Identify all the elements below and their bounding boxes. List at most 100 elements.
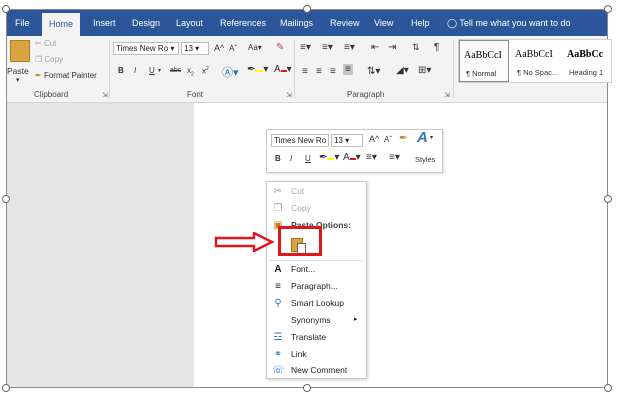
shading-icon[interactable]: ◢▾ — [396, 65, 409, 76]
comment-icon: ☏ — [272, 365, 285, 376]
menu-item-cut[interactable]: ✂ Cut — [267, 184, 366, 200]
numbering-icon[interactable]: ≡▾ — [389, 152, 400, 163]
tell-me-search[interactable]: ◯ Tell me what you want to do — [447, 10, 570, 36]
copy-icon: ❐ — [273, 203, 283, 214]
superscript-button[interactable]: x2 — [202, 66, 209, 76]
copy-icon: ❐ — [35, 55, 43, 64]
mini-toolbar: Times New Ro ▾ 13 ▾ A^ Aˇ ✒ A ▾ B I U ✒▾… — [266, 129, 443, 173]
underline-button[interactable]: U — [149, 66, 155, 75]
cut-button[interactable]: ✂ Cut — [35, 39, 56, 48]
tab-file[interactable]: File — [15, 10, 30, 36]
resize-handle[interactable] — [2, 5, 10, 13]
align-center-icon[interactable]: ≡ — [316, 66, 322, 77]
justify-icon[interactable]: ≡ — [343, 64, 353, 75]
italic-button[interactable]: I — [134, 66, 136, 75]
menu-item-copy[interactable]: ❐ Copy — [267, 201, 366, 217]
format-painter-button[interactable]: ✒ Format Painter — [35, 71, 97, 80]
mini-font-name-combo[interactable]: Times New Ro ▾ — [271, 134, 329, 147]
grow-font-button[interactable]: A^ — [369, 134, 379, 144]
tab-references[interactable]: References — [220, 10, 266, 36]
tab-design[interactable]: Design — [132, 10, 160, 36]
sort-icon[interactable]: ⇅ — [412, 42, 420, 53]
paste-button[interactable]: Paste — [7, 66, 29, 76]
menu-item-link[interactable]: ⚭ Link — [267, 347, 366, 363]
style-heading-1[interactable]: AaBbCc Heading 1 — [563, 40, 611, 82]
resize-handle[interactable] — [604, 195, 612, 203]
increase-indent-icon[interactable]: ⇥ — [388, 42, 396, 53]
menu-item-translate[interactable]: ☲ Translate — [267, 330, 366, 346]
tab-mailings[interactable]: Mailings — [280, 10, 313, 36]
bold-button[interactable]: B — [118, 66, 124, 75]
text-effects-icon[interactable]: Ⓐ▾ — [222, 64, 239, 80]
link-icon: ⚭ — [273, 349, 283, 360]
subscript-button[interactable]: x2 — [187, 66, 194, 78]
lightbulb-icon: ◯ — [447, 18, 458, 28]
resize-handle[interactable] — [2, 384, 10, 392]
chevron-down-icon[interactable]: ▾ — [16, 76, 20, 84]
dialog-launcher-icon[interactable]: ⇲ — [286, 91, 292, 99]
mini-bold-button[interactable]: B — [275, 154, 281, 163]
change-case-button[interactable]: Aa▾ — [248, 43, 262, 52]
shrink-font-button[interactable]: Aˇ — [384, 135, 392, 144]
pilcrow-icon[interactable]: ¶ — [434, 42, 439, 53]
tab-home[interactable]: Home — [42, 13, 81, 36]
menu-item-smart-lookup[interactable]: ⚲ Smart Lookup — [267, 296, 366, 312]
decrease-indent-icon[interactable]: ⇤ — [371, 42, 379, 53]
clear-formatting-icon[interactable]: ✎ — [276, 42, 284, 53]
borders-icon[interactable]: ⊞▾ — [418, 65, 431, 76]
tab-view[interactable]: View — [374, 10, 393, 36]
tab-review[interactable]: Review — [330, 10, 360, 36]
mini-styles-label[interactable]: Styles — [415, 155, 435, 164]
shrink-font-button[interactable]: Aˇ — [229, 44, 237, 53]
resize-handle[interactable] — [604, 5, 612, 13]
styles-icon[interactable]: A — [417, 129, 428, 146]
style-normal[interactable]: AaBbCcI ¶ Normal — [459, 40, 509, 82]
font-size-combo[interactable]: 13 ▾ — [181, 42, 209, 55]
resize-handle[interactable] — [2, 195, 10, 203]
align-right-icon[interactable]: ≡ — [330, 66, 336, 77]
resize-handle[interactable] — [303, 5, 311, 13]
mini-font-size-combo[interactable]: 13 ▾ — [331, 134, 363, 147]
dialog-launcher-icon[interactable]: ⇲ — [444, 91, 450, 99]
paragraph-icon: ≡ — [275, 281, 281, 292]
multilevel-list-icon[interactable]: ≡▾ — [344, 42, 355, 53]
divider — [453, 40, 454, 98]
tab-layout[interactable]: Layout — [176, 10, 203, 36]
bullets-icon[interactable]: ≡▾ — [366, 152, 377, 163]
highlight-color-icon[interactable]: ✒ ▾ — [247, 64, 268, 75]
highlight-color-icon[interactable]: ✒ ▾ — [319, 152, 339, 163]
font-name-combo[interactable]: Times New Ro ▾ — [113, 42, 179, 55]
mini-italic-button[interactable]: I — [290, 154, 292, 163]
bullets-icon[interactable]: ≡▾ — [300, 42, 311, 53]
resize-handle[interactable] — [604, 384, 612, 392]
red-arrow-icon — [214, 232, 275, 252]
dialog-launcher-icon[interactable]: ⇲ — [102, 91, 108, 99]
align-left-icon[interactable]: ≡ — [302, 66, 308, 77]
font-color-icon[interactable]: A ▾ — [274, 64, 292, 75]
tab-insert[interactable]: Insert — [93, 10, 116, 36]
styles-gallery: AaBbCcI ¶ Normal AaBbCcI ¶ No Spac... Aa… — [458, 39, 612, 83]
font-icon: A — [274, 264, 282, 275]
tab-help[interactable]: Help — [411, 10, 430, 36]
resize-handle[interactable] — [303, 384, 311, 392]
menu-item-font[interactable]: A Font... — [267, 262, 366, 278]
brush-icon[interactable]: ✒ — [399, 133, 407, 144]
font-color-icon[interactable]: A ▾ — [343, 152, 361, 163]
grow-font-button[interactable]: A^ — [214, 43, 224, 53]
ribbon-tab-bar: File Home Insert Design Layout Reference… — [7, 10, 607, 36]
strikethrough-button[interactable]: abc — [170, 67, 181, 74]
numbering-icon[interactable]: ≡▾ — [322, 42, 333, 53]
menu-item-paragraph[interactable]: ≡ Paragraph... — [267, 279, 366, 295]
chevron-down-icon[interactable]: ▾ — [158, 67, 161, 74]
line-spacing-icon[interactable]: ⇅▾ — [367, 66, 380, 77]
chevron-down-icon[interactable]: ▾ — [430, 134, 433, 141]
copy-button[interactable]: ❐ Copy — [35, 55, 63, 64]
divider — [294, 40, 295, 98]
highlight-box — [278, 226, 322, 256]
mini-underline-button[interactable]: U — [305, 154, 311, 163]
style-no-spacing[interactable]: AaBbCcI ¶ No Spac... — [511, 40, 561, 82]
menu-item-new-comment[interactable]: ☏ New Comment — [267, 363, 366, 379]
menu-item-synonyms[interactable]: Synonyms ▸ — [267, 313, 366, 329]
tell-me-label: Tell me what you want to do — [459, 18, 571, 28]
group-label-clipboard: Clipboard — [34, 90, 69, 99]
